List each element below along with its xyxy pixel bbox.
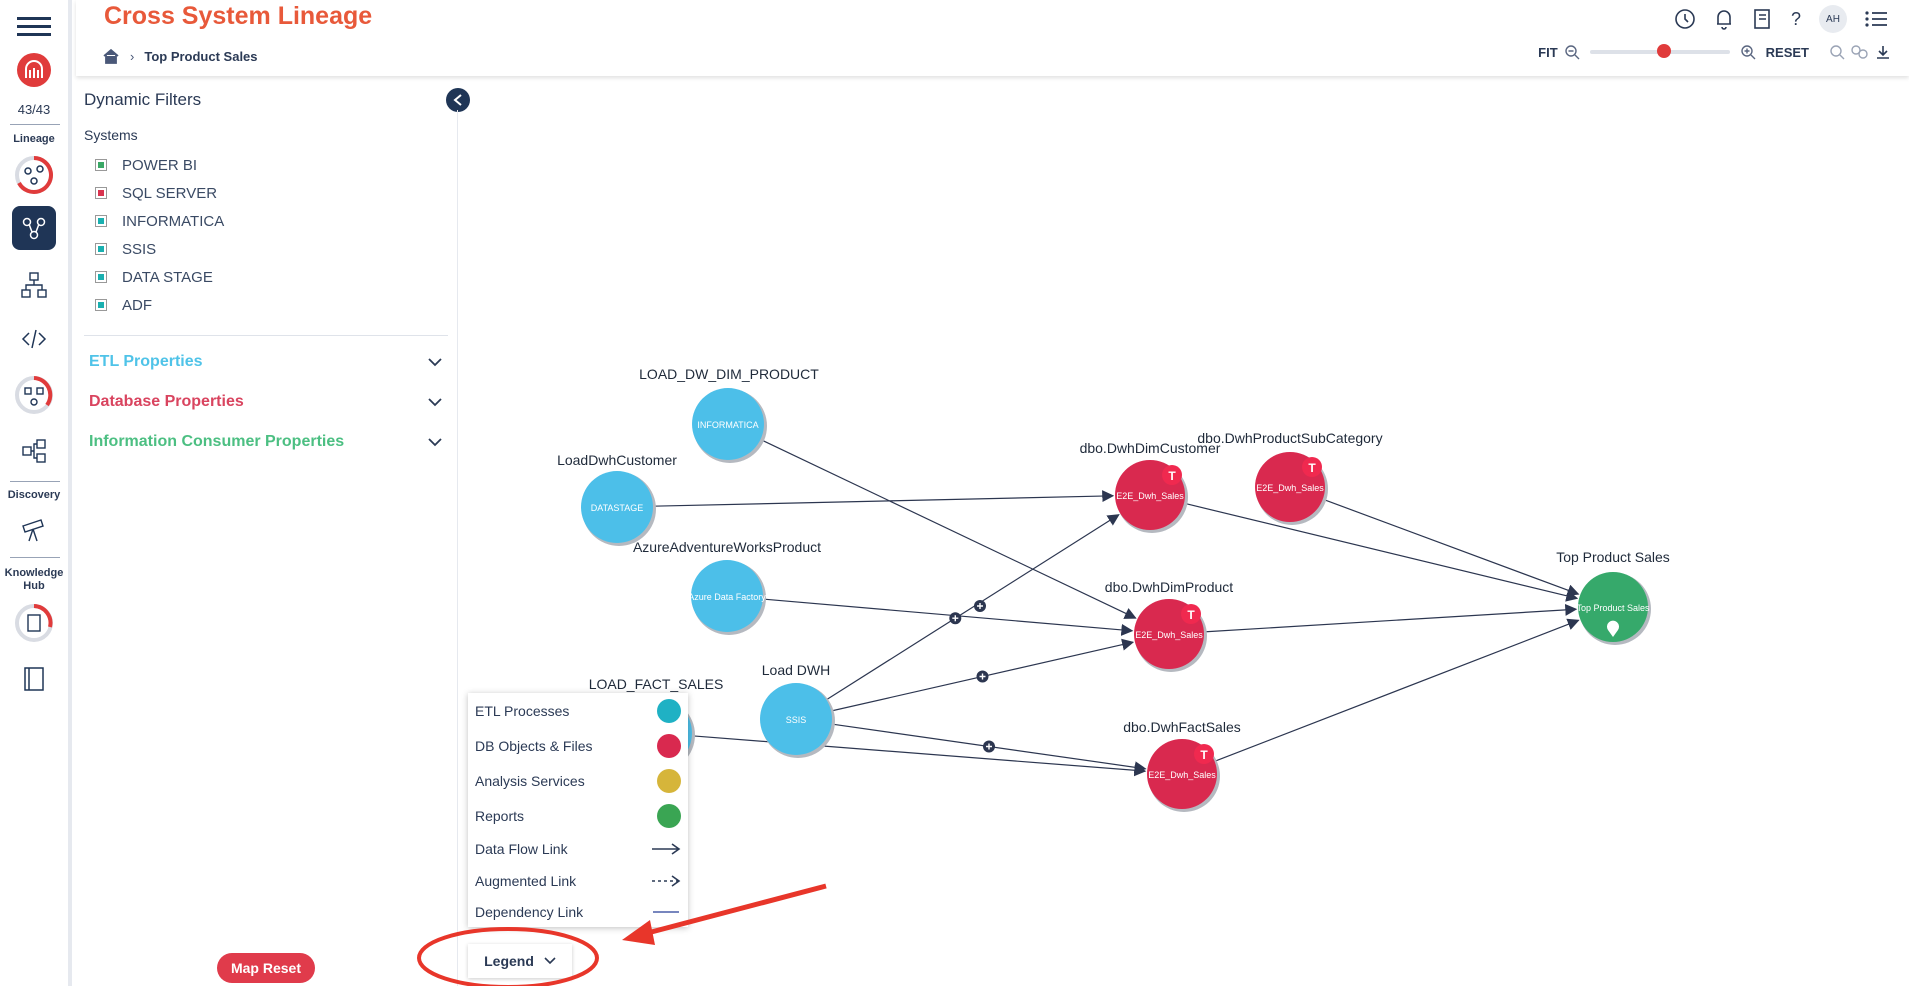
data-flow-link[interactable]	[760, 438, 1137, 619]
lineage-node-etl[interactable]: Azure Data Factory	[688, 560, 766, 635]
legend-item: ETL Processes	[468, 693, 688, 728]
legend-toggle-label: Legend	[484, 953, 534, 969]
node-label: Load DWH	[762, 662, 830, 678]
legend-swatch	[657, 768, 681, 793]
legend-item: Augmented Link	[468, 865, 688, 896]
data-flow-link[interactable]	[1203, 603, 1578, 633]
legend-item-label: Analysis Services	[475, 772, 585, 789]
node-label: LOAD_DW_DIM_PRODUCT	[639, 366, 819, 382]
node-label: dbo.DwhProductSubCategory	[1197, 430, 1382, 446]
table-badge-label: T	[1187, 608, 1195, 622]
legend-item: DB Objects & Files	[468, 728, 688, 763]
legend-toggle-button[interactable]: Legend	[468, 944, 572, 978]
legend-item-label: Augmented Link	[475, 872, 577, 889]
expand-link-icon[interactable]	[974, 600, 986, 612]
node-inner-label: E2E_Dwh_Sales	[1116, 491, 1184, 501]
legend-item: Analysis Services	[468, 763, 688, 798]
node-inner-label: E2E_Dwh_Sales	[1256, 483, 1324, 493]
table-badge-label: T	[1308, 461, 1316, 475]
lineage-node-report[interactable]: Top Product Sales	[1576, 572, 1651, 645]
legend-item-label: ETL Processes	[475, 702, 570, 719]
node-label: LOAD_FACT_SALES	[589, 676, 724, 692]
solid-arrow-icon	[652, 843, 681, 855]
dashed-arrow-icon	[652, 874, 681, 887]
node-inner-label: SSIS	[786, 715, 807, 725]
expand-link-icon[interactable]	[976, 670, 989, 683]
lineage-node-db[interactable]: E2E_Dwh_Sales T	[1115, 460, 1188, 533]
table-badge-label: T	[1200, 748, 1208, 762]
lineage-node-db[interactable]: E2E_Dwh_Sales T	[1147, 739, 1220, 812]
legend-item-label: Dependency Link	[475, 903, 584, 920]
lineage-graph[interactable]: INFORMATICA LOAD_DW_DIM_PRODUCT DATASTAGE L…	[0, 0, 1909, 986]
node-label: LoadDwhCustomer	[557, 452, 677, 468]
lineage-node-db[interactable]: E2E_Dwh_Sales T	[1134, 599, 1207, 672]
node-label: AzureAdventureWorksProduct	[633, 539, 821, 555]
legend-panel: ETL Processes DB Objects & Files Analysis …	[468, 693, 688, 927]
node-inner-label: E2E_Dwh_Sales	[1135, 630, 1203, 640]
data-flow-link[interactable]	[1183, 502, 1579, 602]
legend-item: Reports	[468, 798, 688, 833]
lineage-node-db[interactable]: E2E_Dwh_Sales T	[1255, 452, 1328, 525]
node-inner-label: Top Product Sales	[1576, 603, 1650, 613]
legend-item-label: Data Flow Link	[475, 841, 568, 857]
lineage-node-etl[interactable]: SSIS	[760, 683, 835, 758]
legend-swatch	[657, 803, 681, 828]
map-reset-button[interactable]: Map Reset	[217, 953, 315, 983]
legend-swatch	[657, 733, 681, 758]
expand-link-icon[interactable]	[949, 612, 962, 625]
legend-item-label: DB Objects & Files	[475, 737, 593, 754]
node-label: dbo.DwhFactSales	[1123, 719, 1241, 735]
data-flow-link[interactable]	[762, 598, 1134, 636]
data-flow-link[interactable]	[1214, 618, 1580, 762]
node-label: dbo.DwhDimProduct	[1105, 579, 1233, 595]
chevron-down-icon	[544, 957, 556, 965]
data-flow-link[interactable]	[826, 514, 1120, 701]
legend-swatch	[657, 698, 681, 723]
legend-item: Dependency Link	[468, 896, 688, 927]
lineage-node-etl[interactable]: DATASTAGE	[581, 471, 656, 546]
node-inner-label: Azure Data Factory	[688, 592, 766, 602]
legend-item-label: Reports	[475, 807, 525, 824]
node-inner-label: INFORMATICA	[697, 420, 758, 430]
node-inner-label: DATASTAGE	[591, 503, 644, 513]
line-icon	[653, 910, 679, 913]
expand-link-icon[interactable]	[983, 740, 995, 753]
data-flow-link[interactable]	[691, 735, 1147, 777]
legend-item: Data Flow Link	[468, 833, 688, 865]
lineage-node-etl[interactable]: INFORMATICA	[692, 388, 767, 463]
node-label: Top Product Sales	[1556, 549, 1670, 565]
node-inner-label: E2E_Dwh_Sales	[1148, 770, 1216, 780]
table-badge-label: T	[1168, 469, 1176, 483]
